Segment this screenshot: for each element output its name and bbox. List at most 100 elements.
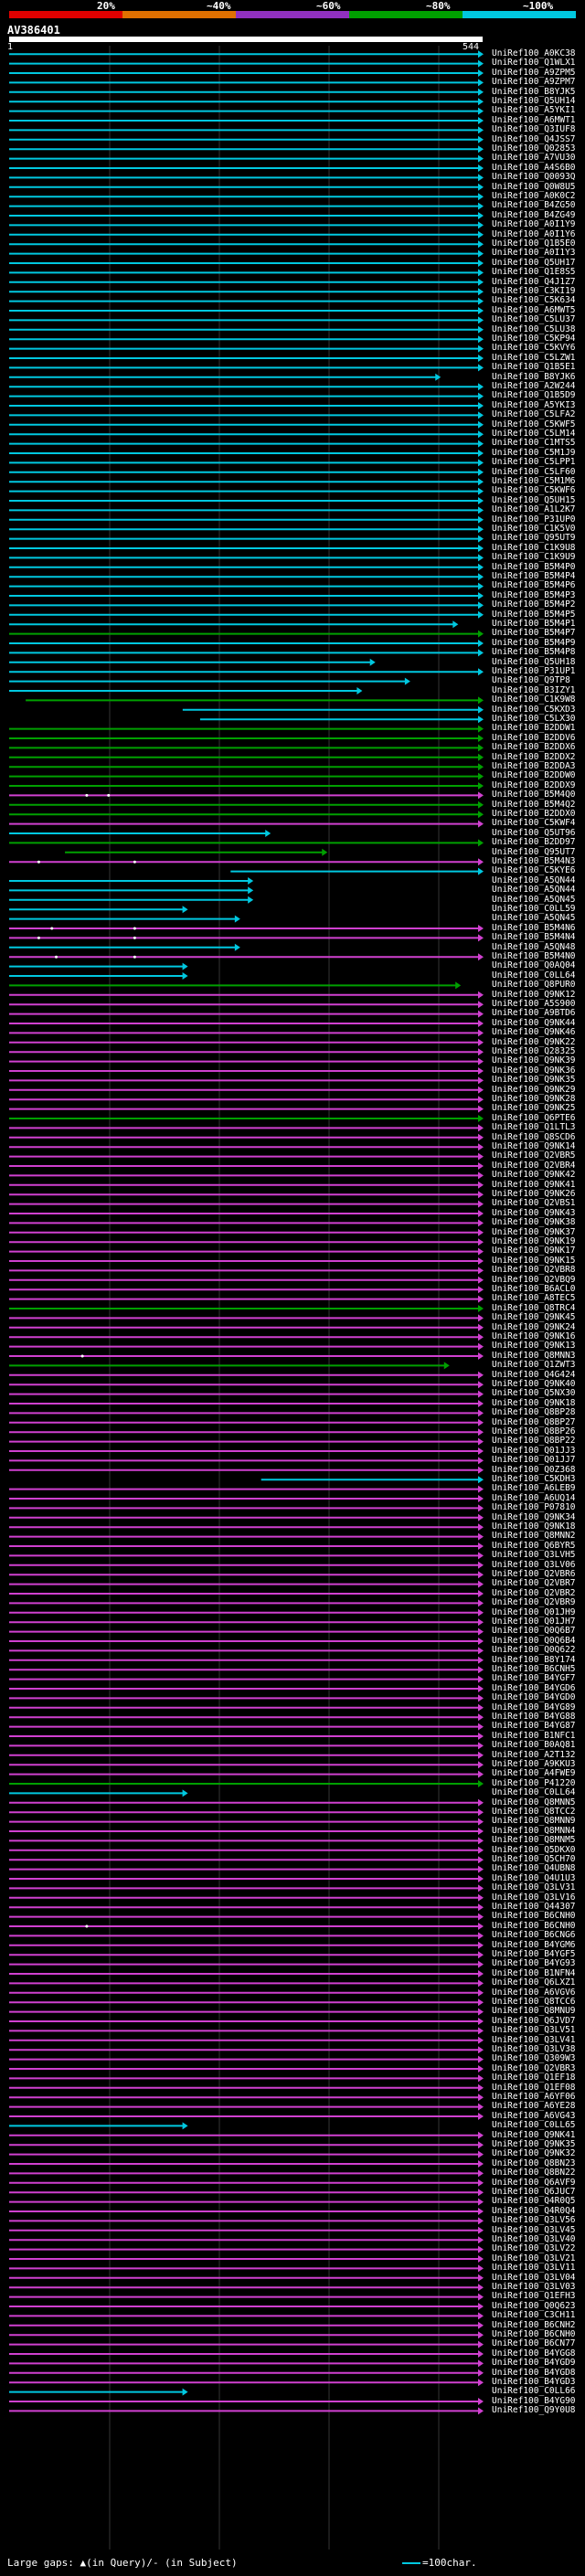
- hit-arrowhead: [478, 135, 484, 143]
- hit-label: UniRef100_A6YE28: [492, 2101, 576, 2112]
- hit-arrowhead: [478, 478, 484, 486]
- hit-label: UniRef100_B5M4P2: [492, 599, 576, 610]
- hit-arrowhead: [478, 307, 484, 314]
- hit-arrowhead: [478, 2074, 484, 2083]
- hit-label: UniRef100_Q309W3: [492, 2053, 576, 2064]
- hit-arrowhead: [478, 2178, 484, 2187]
- hit-arrowhead: [478, 2217, 484, 2225]
- hit-arrowhead: [478, 1903, 484, 1912]
- hit-arrowhead: [478, 107, 484, 115]
- hit-arrowhead: [478, 1798, 484, 1807]
- hit-label: UniRef100_A5QN45: [492, 913, 576, 924]
- hit-arrowhead: [478, 2036, 484, 2044]
- gap-marker: [85, 1924, 89, 1928]
- hit-arrowhead: [182, 906, 188, 914]
- hit-arrowhead: [478, 1115, 484, 1122]
- hit-label: UniRef100_B4ZG50: [492, 200, 576, 211]
- hit-arrowhead: [478, 230, 484, 239]
- hit-arrowhead: [478, 2350, 484, 2358]
- hit-label: UniRef100_Q2VBR9: [492, 1597, 576, 1608]
- hit-arrowhead: [478, 1495, 484, 1502]
- hit-arrowhead: [478, 1542, 484, 1550]
- hit-arrowhead: [478, 1314, 484, 1322]
- hit-label: UniRef100_Q1E8S5: [492, 267, 576, 278]
- hit-arrowhead: [478, 1875, 484, 1882]
- hit-arrowhead: [478, 2340, 484, 2348]
- hit-arrowhead: [478, 668, 484, 676]
- hit-arrowhead: [478, 2150, 484, 2158]
- hit-arrowhead: [478, 791, 484, 800]
- hit-arrowhead: [478, 1485, 484, 1493]
- hit-arrowhead: [478, 79, 484, 87]
- hit-arrowhead: [478, 2169, 484, 2178]
- hit-arrowhead: [478, 1923, 484, 1930]
- hit-arrowhead: [478, 345, 484, 353]
- hit-arrowhead: [478, 1152, 484, 1161]
- hit-arrowhead: [478, 2198, 484, 2206]
- hit-arrowhead: [478, 2407, 484, 2415]
- hit-arrowhead: [478, 1523, 484, 1532]
- hit-label: UniRef100_B4YGF7: [492, 1673, 576, 1684]
- hit-arrowhead: [478, 1666, 484, 1674]
- gap-marker: [107, 793, 111, 797]
- hit-arrowhead: [478, 420, 484, 429]
- hit-arrowhead: [478, 1941, 484, 1949]
- hit-arrowhead: [478, 1200, 484, 1208]
- hit-arrowhead: [182, 2122, 188, 2130]
- hit-arrowhead: [478, 1105, 484, 1113]
- hit-arrowhead: [478, 1295, 484, 1303]
- legend-tick-label: ~100%: [523, 0, 554, 12]
- hit-label: UniRef100_C5LU37: [492, 314, 576, 325]
- hit-label: UniRef100_Q5NX30: [492, 1388, 576, 1399]
- hit-label: UniRef100_Q2VBS1: [492, 1198, 576, 1209]
- hit-arrowhead: [478, 430, 484, 439]
- hit-label: UniRef100_Q9TP8: [492, 675, 570, 686]
- hit-arrowhead: [182, 972, 188, 980]
- hit-arrowhead: [478, 2113, 484, 2120]
- hit-label: UniRef100_Q6LXZ1: [492, 1977, 576, 1988]
- hit-label: UniRef100_Q3LV56: [492, 2215, 576, 2226]
- hit-label: UniRef100_Q4UBN8: [492, 1863, 576, 1874]
- hit-label: UniRef100_Q8MNN2: [492, 1531, 576, 1542]
- hit-arrowhead: [478, 88, 484, 96]
- hit-arrowhead: [478, 1191, 484, 1199]
- hit-label: UniRef100_C0LL65: [492, 2120, 576, 2131]
- hit-arrowhead: [478, 1038, 484, 1046]
- hit-label: UniRef100_Q1WLX1: [492, 58, 576, 69]
- hit-arrowhead: [322, 848, 328, 856]
- hit-arrowhead: [478, 753, 484, 761]
- hit-arrowhead: [478, 1638, 484, 1645]
- legend-segment: [236, 11, 349, 18]
- hit-arrowhead: [478, 497, 484, 504]
- hit-arrowhead: [478, 1960, 484, 1968]
- hit-label: UniRef100_P07810: [492, 1502, 576, 1513]
- hit-arrowhead: [478, 592, 484, 599]
- hit-arrowhead: [478, 2255, 484, 2263]
- query-id: AV386401: [7, 24, 60, 37]
- hit-label: UniRef100_Q8BP22: [492, 1436, 576, 1447]
- hit-arrowhead: [478, 1675, 484, 1683]
- hit-arrowhead: [478, 1381, 484, 1389]
- hit-arrowhead: [478, 1409, 484, 1417]
- hit-arrowhead: [478, 782, 484, 790]
- hit-arrowhead: [478, 249, 484, 258]
- gap-marker: [80, 1354, 84, 1358]
- hit-label: UniRef100_Q8MNM5: [492, 1835, 576, 1846]
- hit-arrowhead: [478, 1761, 484, 1769]
- hit-arrowhead: [478, 772, 484, 780]
- legend-tick-label: ~40%: [207, 0, 231, 12]
- hit-label: UniRef100_Q9NK32: [492, 2148, 576, 2159]
- hit-label: UniRef100_C0LL64: [492, 1787, 576, 1798]
- hit-arrowhead: [478, 269, 484, 277]
- hit-arrowhead: [478, 1618, 484, 1627]
- hit-arrowhead: [478, 535, 484, 543]
- hit-arrowhead: [356, 687, 363, 694]
- hit-label: UniRef100_Q8PUR0: [492, 980, 576, 991]
- hit-arrowhead: [182, 962, 188, 970]
- hit-arrowhead: [478, 1305, 484, 1312]
- hit-label: UniRef100_B5M4N4: [492, 932, 576, 943]
- hit-arrowhead: [478, 1932, 484, 1940]
- gap-marker: [133, 927, 136, 930]
- hit-arrowhead: [478, 2245, 484, 2253]
- hit-arrowhead: [478, 193, 484, 201]
